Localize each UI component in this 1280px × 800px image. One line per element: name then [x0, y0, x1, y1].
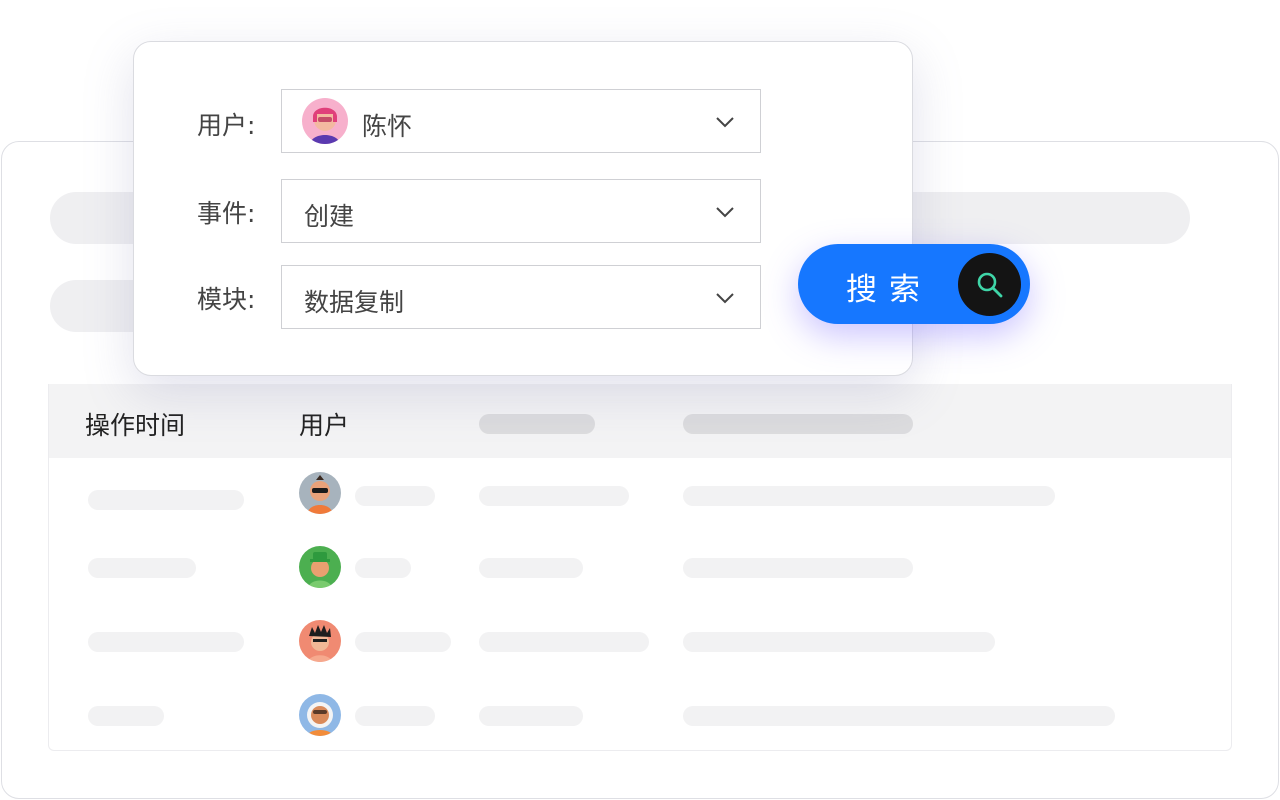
skeleton-cell — [88, 558, 196, 578]
search-button-label: 搜索 — [846, 272, 932, 308]
module-select[interactable]: 数据复制 — [281, 265, 761, 329]
selected-user-avatar — [302, 98, 348, 144]
table-header: 操作时间 用户 — [49, 384, 1231, 458]
skeleton-cell — [88, 706, 164, 726]
skeleton-cell — [355, 706, 435, 726]
skeleton-cell — [683, 558, 913, 578]
module-filter-label: 模块: — [197, 285, 256, 314]
skeleton-cell — [355, 632, 451, 652]
chevron-down-icon — [716, 293, 734, 304]
avatar-green-hat — [299, 546, 341, 588]
column-header-user[interactable]: 用户 — [299, 406, 349, 442]
skeleton-cell — [479, 706, 583, 726]
skeleton-cell — [355, 486, 435, 506]
module-select-value: 数据复制 — [304, 288, 405, 317]
search-button[interactable]: 搜索 — [798, 244, 1030, 324]
filter-panel: 用户: 陈怀 事件: 创建 模块: 数据复制 — [133, 41, 913, 376]
column-header-time[interactable]: 操作时间 — [85, 406, 185, 442]
skeleton-cell — [683, 486, 1055, 506]
column-header-placeholder — [479, 414, 595, 434]
skeleton-cell — [88, 632, 244, 652]
user-select[interactable]: 陈怀 — [281, 89, 761, 153]
avatar-astronaut — [299, 694, 341, 736]
avatar-sunglasses — [299, 472, 341, 514]
avatar-spiky-hair — [299, 620, 341, 662]
skeleton-cell — [88, 490, 244, 510]
event-filter-label: 事件: — [197, 199, 256, 228]
stage: 操作时间 用户 用户: 陈怀 事件: 创建 模块: 数据复制 搜索 — [0, 0, 1280, 800]
column-header-placeholder — [683, 414, 913, 434]
event-select[interactable]: 创建 — [281, 179, 761, 243]
skeleton-cell — [479, 486, 629, 506]
user-filter-label: 用户: — [197, 111, 256, 140]
skeleton-cell — [355, 558, 411, 578]
chevron-down-icon — [716, 207, 734, 218]
search-icon — [977, 272, 1003, 298]
skeleton-cell — [479, 632, 649, 652]
skeleton-cell — [479, 558, 583, 578]
search-icon-circle[interactable] — [958, 253, 1021, 316]
log-table: 操作时间 用户 — [48, 384, 1232, 751]
skeleton-cell — [683, 632, 995, 652]
user-select-value: 陈怀 — [362, 112, 413, 141]
chevron-down-icon — [716, 117, 734, 128]
skeleton-cell — [683, 706, 1115, 726]
event-select-value: 创建 — [304, 202, 355, 231]
